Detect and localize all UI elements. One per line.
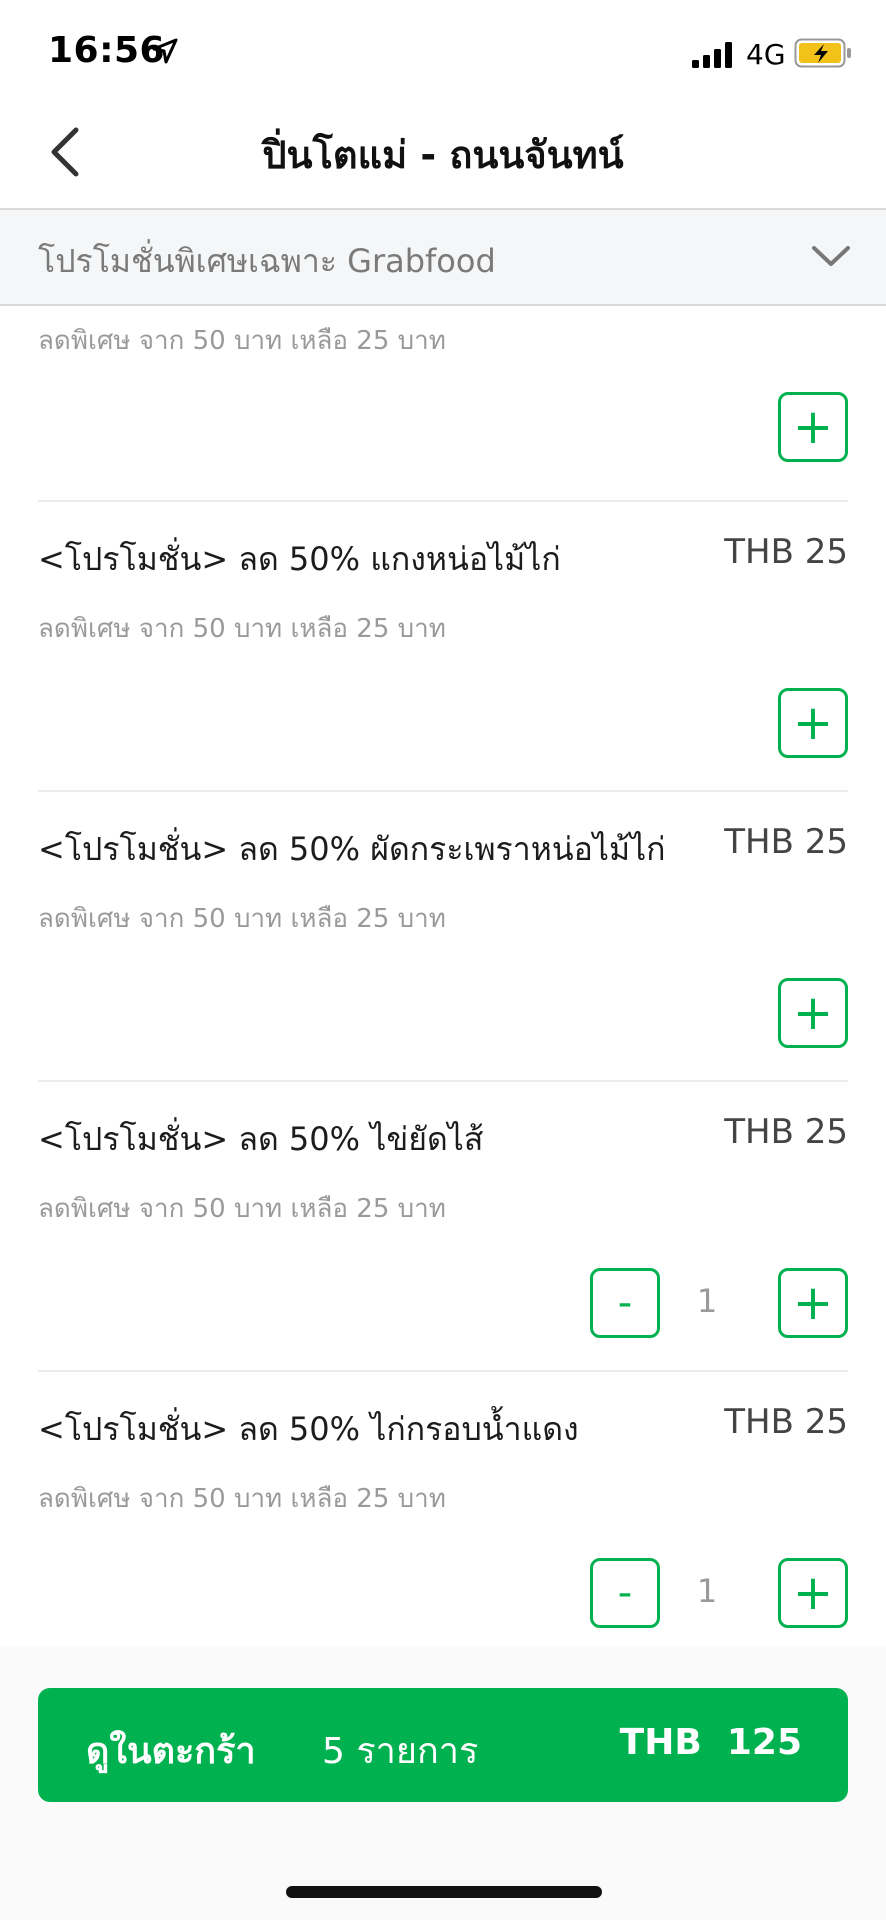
status-bar: 16:56 4G <box>0 0 886 100</box>
item-description: ลดพิเศษ จาก 50 บาท เหลือ 25 บาท <box>38 904 446 934</box>
cart-item-count: 5 รายการ <box>322 1731 479 1772</box>
category-header[interactable]: โปรโมชั่นพิเศษเฉพาะ Grabfood <box>0 210 886 306</box>
item-quantity: 1 <box>696 1282 718 1320</box>
home-indicator[interactable] <box>286 1886 602 1898</box>
add-item-button[interactable]: + <box>778 392 848 462</box>
chevron-down-icon[interactable] <box>810 240 852 272</box>
item-price: THB 25 <box>724 1402 848 1442</box>
increase-quantity-button[interactable]: + <box>778 1268 848 1338</box>
add-item-button[interactable]: + <box>778 978 848 1048</box>
item-description: ลดพิเศษ จาก 50 บาท เหลือ 25 บาท <box>38 614 446 644</box>
cart-total: THB 125 <box>619 1722 802 1763</box>
item-name: <โปรโมชั่น> ลด 50% แกงหน่อไม้ไก่ <box>38 540 561 578</box>
menu-item[interactable]: <โปรโมชั่น> ลด 50% แกงหน่อไม้ไก่ THB 25 … <box>38 502 848 792</box>
item-description: ลดพิเศษ จาก 50 บาท เหลือ 25 บาท <box>38 326 446 356</box>
plus-icon: + <box>792 1565 834 1621</box>
item-description: ลดพิเศษ จาก 50 บาท เหลือ 25 บาท <box>38 1194 446 1224</box>
item-price: THB 25 <box>724 822 848 862</box>
menu-item[interactable]: <โปรโมชั่น> ลด 50% ไก่กรอบน้ำแดง THB 25 … <box>38 1372 848 1646</box>
menu-item[interactable]: <โปรโมชั่น> ลด 50% ไข่ยัดไส้ THB 25 ลดพิ… <box>38 1082 848 1372</box>
item-price: THB 25 <box>724 1112 848 1152</box>
view-cart-button[interactable]: ดูในตะกร้า 5 รายการ THB 125 <box>38 1688 848 1802</box>
cellular-signal-icon <box>692 42 732 68</box>
item-name: <โปรโมชั่น> ลด 50% ไก่กรอบน้ำแดง <box>38 1410 579 1448</box>
decrease-quantity-button[interactable]: - <box>590 1268 660 1338</box>
minus-icon: - <box>617 1570 633 1616</box>
menu-item[interactable]: <โปรโมชั่น> ลด 50% ผัดกระเพราหน่อไม้ไก่ … <box>38 792 848 1082</box>
add-item-button[interactable]: + <box>778 688 848 758</box>
category-label: โปรโมชั่นพิเศษเฉพาะ Grabfood <box>38 242 496 280</box>
location-arrow-icon <box>152 38 178 64</box>
status-time: 16:56 <box>48 30 166 71</box>
increase-quantity-button[interactable]: + <box>778 1558 848 1628</box>
cart-area: ดูในตะกร้า 5 รายการ THB 125 <box>0 1646 886 1920</box>
page-title: ปิ่นโตแม่ - ถนนจันทน์ <box>262 133 624 177</box>
item-description: ลดพิเศษ จาก 50 บาท เหลือ 25 บาท <box>38 1484 446 1514</box>
menu-list[interactable]: ลดพิเศษ จาก 50 บาท เหลือ 25 บาท + <โปรโม… <box>0 306 886 1646</box>
menu-item-partial: ลดพิเศษ จาก 50 บาท เหลือ 25 บาท + <box>0 306 886 502</box>
item-quantity: 1 <box>696 1572 718 1610</box>
item-price: THB 25 <box>724 532 848 572</box>
decrease-quantity-button[interactable]: - <box>590 1558 660 1628</box>
item-name: <โปรโมชั่น> ลด 50% ผัดกระเพราหน่อไม้ไก่ <box>38 830 666 868</box>
nav-bar: ปิ่นโตแม่ - ถนนจันทน์ <box>0 100 886 210</box>
plus-icon: + <box>792 985 834 1041</box>
plus-icon: + <box>792 695 834 751</box>
battery-charging-icon <box>794 38 851 68</box>
item-name: <โปรโมชั่น> ลด 50% ไข่ยัดไส้ <box>38 1120 484 1158</box>
minus-icon: - <box>617 1280 633 1326</box>
plus-icon: + <box>792 399 834 455</box>
plus-icon: + <box>792 1275 834 1331</box>
cart-label: ดูในตะกร้า <box>86 1731 256 1772</box>
network-type: 4G <box>746 38 786 71</box>
